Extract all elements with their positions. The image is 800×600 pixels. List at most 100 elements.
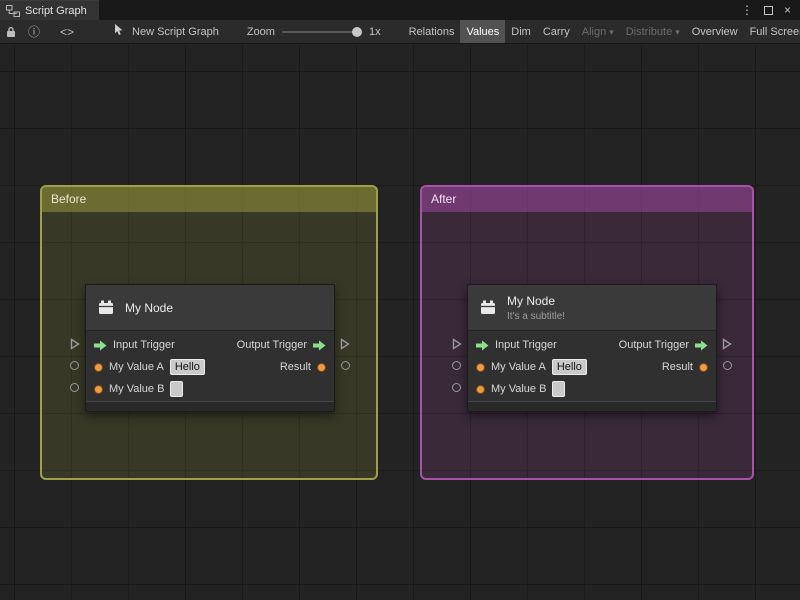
value-a-field[interactable]: Hello — [551, 359, 587, 375]
close-icon[interactable]: × — [784, 3, 791, 17]
distribute-label: Distribute — [625, 25, 673, 38]
input-trigger-label: Input Trigger — [495, 339, 557, 351]
input-trigger-label: Input Trigger — [113, 339, 175, 351]
distribute-dropdown-button[interactable]: Distribute ▾ — [620, 20, 686, 43]
value-input-port-a[interactable] — [452, 361, 461, 370]
trigger-arrow-icon — [476, 340, 489, 351]
maximize-icon[interactable] — [763, 5, 773, 15]
node-footer — [86, 401, 334, 411]
value-port-icon — [94, 384, 103, 394]
trigger-row: Input Trigger Output Trigger — [468, 334, 716, 356]
overview-button[interactable]: Overview — [686, 20, 744, 43]
zoom-label: Zoom — [246, 25, 275, 38]
value-b-row: My Value B — [86, 378, 334, 400]
value-port-icon — [94, 362, 103, 372]
trigger-arrow-icon — [313, 340, 326, 351]
chevron-down-icon: ▾ — [675, 27, 680, 37]
info-icon[interactable]: ⓘ — [22, 23, 46, 40]
code-icon[interactable]: <> — [54, 25, 80, 39]
flow-output-port[interactable] — [340, 338, 350, 350]
value-port-icon — [476, 362, 485, 372]
input-trigger[interactable]: Input Trigger — [94, 339, 175, 351]
value-b-field[interactable] — [552, 381, 566, 397]
result-label: Result — [661, 361, 693, 373]
full-screen-button[interactable]: Full Screen — [744, 20, 800, 43]
result-port[interactable]: Result — [662, 361, 708, 373]
kebab-menu-icon[interactable]: ⋮ — [741, 3, 753, 17]
group-before-title: Before — [51, 192, 87, 206]
value-port-icon — [699, 362, 708, 372]
value-b-label: My Value B — [491, 383, 547, 395]
flow-input-port[interactable] — [70, 338, 80, 350]
lock-icon[interactable] — [0, 26, 22, 38]
values-button[interactable]: Values — [460, 20, 506, 43]
value-a-label: My Value A — [491, 361, 546, 373]
output-trigger[interactable]: Output Trigger — [619, 339, 708, 351]
unit-icon — [96, 298, 116, 318]
zoom-value: 1x — [368, 25, 381, 38]
node-title: My Node — [507, 293, 556, 308]
value-b-port[interactable]: My Value B — [94, 381, 184, 397]
node-subtitle: It's a subtitle! — [507, 310, 566, 322]
result-port[interactable]: Result — [280, 361, 326, 373]
unit-icon — [478, 298, 498, 318]
carry-button[interactable]: Carry — [537, 20, 576, 43]
window-controls: ⋮ × — [732, 0, 800, 20]
value-output-port[interactable] — [723, 361, 732, 370]
group-after-header[interactable]: After — [422, 187, 752, 212]
graph-name-group: New Script Graph — [114, 24, 219, 39]
value-port-icon — [476, 384, 485, 394]
value-b-port[interactable]: My Value B — [476, 381, 566, 397]
trigger-arrow-icon — [94, 340, 107, 351]
input-trigger[interactable]: Input Trigger — [476, 339, 557, 351]
output-trigger-label: Output Trigger — [236, 339, 307, 351]
value-b-label: My Value B — [109, 383, 165, 395]
value-b-field[interactable] — [170, 381, 184, 397]
tab-script-graph[interactable]: Script Graph — [0, 0, 99, 20]
node-my-node-after[interactable]: My Node It's a subtitle! Input Trigger O… — [452, 284, 732, 412]
node-header[interactable]: My Node — [86, 285, 334, 331]
script-graph-icon — [6, 4, 20, 17]
output-trigger[interactable]: Output Trigger — [237, 339, 326, 351]
group-after-title: After — [431, 192, 457, 206]
value-input-port-a[interactable] — [70, 361, 79, 370]
align-dropdown-button[interactable]: Align ▾ — [576, 20, 620, 43]
tab-bar-spacer — [99, 0, 732, 20]
window-tab-bar: Script Graph ⋮ × — [0, 0, 800, 20]
value-a-row: My Value A Hello Result — [468, 356, 716, 378]
node-rows: Input Trigger Output Trigger My Value A … — [468, 331, 716, 401]
output-trigger-label: Output Trigger — [618, 339, 689, 351]
align-label: Align — [581, 25, 607, 38]
node-footer — [468, 401, 716, 411]
zoom-control: Zoom 1x — [247, 26, 381, 38]
zoom-slider[interactable] — [281, 26, 362, 37]
value-a-port[interactable]: My Value A Hello — [94, 359, 205, 375]
flow-output-port[interactable] — [722, 338, 732, 350]
flow-input-port[interactable] — [452, 338, 462, 350]
zoom-slider-handle[interactable] — [351, 26, 362, 37]
chevron-down-icon: ▾ — [609, 27, 614, 37]
group-before-header[interactable]: Before — [42, 187, 376, 212]
cursor-icon — [114, 24, 125, 39]
node-title: My Node — [125, 300, 174, 315]
value-a-row: My Value A Hello Result — [86, 356, 334, 378]
value-output-port[interactable] — [341, 361, 350, 370]
value-a-field[interactable]: Hello — [169, 359, 205, 375]
value-b-row: My Value B — [468, 378, 716, 400]
graph-toolbar: ⓘ <> New Script Graph Zoom 1x Relations … — [0, 20, 800, 44]
trigger-row: Input Trigger Output Trigger — [86, 334, 334, 356]
node-header[interactable]: My Node It's a subtitle! — [468, 285, 716, 331]
relations-button[interactable]: Relations — [403, 20, 461, 43]
toolbar-buttons: Relations Values Dim Carry Align ▾ Distr… — [403, 20, 800, 43]
result-label: Result — [279, 361, 311, 373]
value-a-label: My Value A — [109, 361, 164, 373]
value-input-port-b[interactable] — [452, 383, 461, 392]
graph-name-label[interactable]: New Script Graph — [132, 26, 219, 38]
value-port-icon — [317, 362, 326, 372]
value-input-port-b[interactable] — [70, 383, 79, 392]
dim-button[interactable]: Dim — [505, 20, 537, 43]
graph-canvas[interactable]: Before After My Node Input Trigger Outpu… — [0, 45, 800, 600]
node-rows: Input Trigger Output Trigger My Value A … — [86, 331, 334, 401]
node-my-node-before[interactable]: My Node Input Trigger Output Trigger My … — [70, 284, 350, 412]
value-a-port[interactable]: My Value A Hello — [476, 359, 587, 375]
